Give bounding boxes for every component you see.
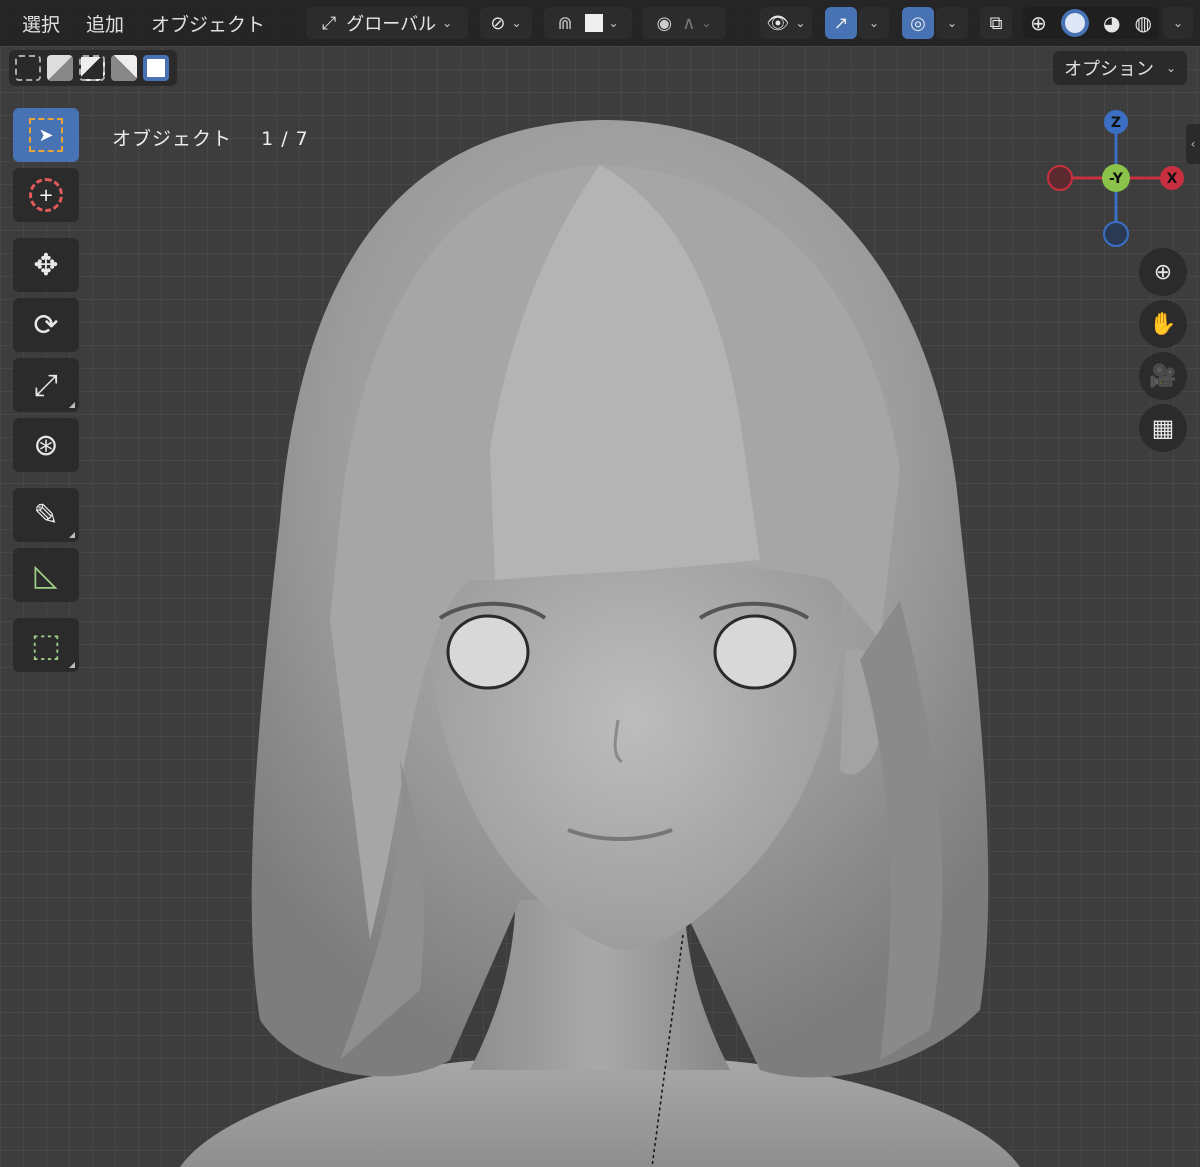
annotate-tool[interactable]: ✎ <box>13 488 79 542</box>
navigation-gizmo[interactable]: Z X -Y <box>1042 108 1192 248</box>
rotate-tool[interactable]: ⟳ <box>13 298 79 352</box>
chevron-down-icon: ⌄ <box>608 16 619 30</box>
snapping-group[interactable]: ⋒ ⌄ <box>544 7 632 39</box>
select-box-icon: ➤ <box>29 118 63 152</box>
submenu-corner-icon <box>69 662 75 668</box>
measure-tool[interactable]: ◺ <box>13 548 79 602</box>
pivot-icon: ⊘ <box>490 12 506 34</box>
zoom-button[interactable]: ⊕ <box>1139 248 1187 296</box>
options-dropdown[interactable]: オプション ⌄ <box>1053 51 1187 85</box>
object-count-label: オブジェクト <box>112 128 233 150</box>
select-box-tool[interactable]: ➤ <box>13 108 79 162</box>
pivot-point-dropdown[interactable]: ⊘ ⌄ <box>480 7 532 39</box>
select-new-icon[interactable] <box>15 55 41 81</box>
add-cube-tool[interactable]: ⬚ <box>13 618 79 672</box>
proportional-editing-group[interactable]: ◉ ∧ ⌄ <box>642 7 726 39</box>
transform-orientation-dropdown[interactable]: ⤢ グローバル ⌄ <box>306 7 468 39</box>
submenu-corner-icon <box>69 402 75 408</box>
submenu-corner-icon <box>69 532 75 538</box>
eye-icon: 👁 <box>766 12 790 34</box>
chevron-down-icon: ⌄ <box>795 16 806 30</box>
xray-icon: ⧉ <box>989 12 1003 34</box>
add-cube-icon: ⬚ <box>30 626 62 664</box>
gizmo-neg-y-label: -Y <box>1109 171 1124 187</box>
camera-view-button[interactable]: 🎥 <box>1139 352 1187 400</box>
solid-shading-icon[interactable] <box>1060 9 1089 37</box>
visibility-dropdown[interactable]: 👁 ⌄ <box>760 7 812 39</box>
chevron-down-icon: ⌄ <box>1165 61 1177 75</box>
transform-tool[interactable]: ⊛ <box>13 418 79 472</box>
3d-viewport[interactable]: 選択 追加 オブジェクト ⤢ グローバル ⌄ ⊘ ⌄ ⋒ ⌄ ◉ ∧ ⌄ 👁 ⌄… <box>0 0 1200 1167</box>
gizmo-icon: ↗ <box>833 12 849 34</box>
options-label: オプション <box>1063 59 1154 80</box>
overlays-icon: ◎ <box>910 12 926 34</box>
transform-icon: ⊛ <box>33 427 59 463</box>
gizmo-x-label: X <box>1167 171 1178 187</box>
annotate-icon: ✎ <box>33 497 59 533</box>
pan-button[interactable]: ✋ <box>1139 300 1187 348</box>
move-icon: ✥ <box>33 247 59 283</box>
gizmo-dropdown[interactable]: ⌄ <box>859 7 889 39</box>
chevron-down-icon: ⌄ <box>1172 16 1184 30</box>
orientation-label: グローバル <box>346 14 437 35</box>
snap-icon[interactable]: ⋒ <box>557 13 572 34</box>
object-count-text: オブジェクト 1 / 7 <box>112 124 309 151</box>
hand-icon: ✋ <box>1149 311 1177 337</box>
menu-object[interactable]: オブジェクト <box>151 10 265 37</box>
select-extend-icon[interactable] <box>47 55 73 81</box>
falloff-icon[interactable]: ∧ <box>682 13 695 34</box>
snap-target-icon[interactable] <box>584 14 603 32</box>
shading-mode-group: ⊕ ◕ ◍ <box>1023 7 1159 39</box>
menu-add[interactable]: 追加 <box>86 10 124 37</box>
gizmo-neg-x-handle[interactable] <box>1047 165 1073 191</box>
xray-toggle-button[interactable]: ⧉ <box>980 7 1012 39</box>
selection-mode-bar <box>9 50 177 86</box>
chevron-down-icon: ⌄ <box>442 16 453 30</box>
menu-select[interactable]: 選択 <box>22 10 60 37</box>
sidebar-toggle[interactable]: ‹ <box>1186 124 1200 164</box>
chevron-down-icon: ⌄ <box>511 16 522 30</box>
ortho-toggle-button[interactable]: ▦ <box>1139 404 1187 452</box>
grid-icon: ▦ <box>1151 414 1175 442</box>
zoom-icon: ⊕ <box>1153 259 1173 285</box>
chevron-down-icon: ⌄ <box>868 16 880 30</box>
chevron-down-icon: ⌄ <box>701 16 712 30</box>
move-tool[interactable]: ✥ <box>13 238 79 292</box>
orientation-icon: ⤢ <box>321 12 337 34</box>
scale-tool[interactable]: ⤢ <box>13 358 79 412</box>
overlays-dropdown[interactable]: ⌄ <box>936 7 968 39</box>
shading-dropdown[interactable]: ⌄ <box>1163 7 1193 39</box>
camera-icon: 🎥 <box>1149 363 1177 389</box>
select-invert-icon[interactable] <box>111 55 137 81</box>
model-render <box>180 119 1020 1167</box>
cursor-tool[interactable]: + <box>13 168 79 222</box>
chevron-left-icon: ‹ <box>1190 137 1196 151</box>
gizmo-z-label: Z <box>1111 115 1121 131</box>
rendered-shading-icon[interactable]: ◍ <box>1134 11 1151 35</box>
scale-icon: ⤢ <box>34 367 58 403</box>
gizmo-toggle-button[interactable]: ↗ <box>825 7 857 39</box>
gizmo-neg-z-handle[interactable] <box>1103 221 1129 247</box>
overlays-toggle-button[interactable]: ◎ <box>902 7 934 39</box>
measure-icon: ◺ <box>34 557 58 593</box>
rotate-icon: ⟳ <box>33 307 59 343</box>
viewport-header: 選択 追加 オブジェクト ⤢ グローバル ⌄ ⊘ ⌄ ⋒ ⌄ ◉ ∧ ⌄ 👁 ⌄… <box>0 0 1200 46</box>
proportional-edit-icon[interactable]: ◉ <box>657 13 673 34</box>
chevron-down-icon: ⌄ <box>946 16 958 30</box>
object-count-value: 1 / 7 <box>261 128 309 150</box>
wireframe-shading-icon[interactable]: ⊕ <box>1030 11 1047 35</box>
cursor-icon: + <box>29 178 63 212</box>
select-subtract-icon[interactable] <box>79 55 105 81</box>
material-shading-icon[interactable]: ◕ <box>1103 11 1120 35</box>
select-intersect-icon[interactable] <box>143 55 169 81</box>
